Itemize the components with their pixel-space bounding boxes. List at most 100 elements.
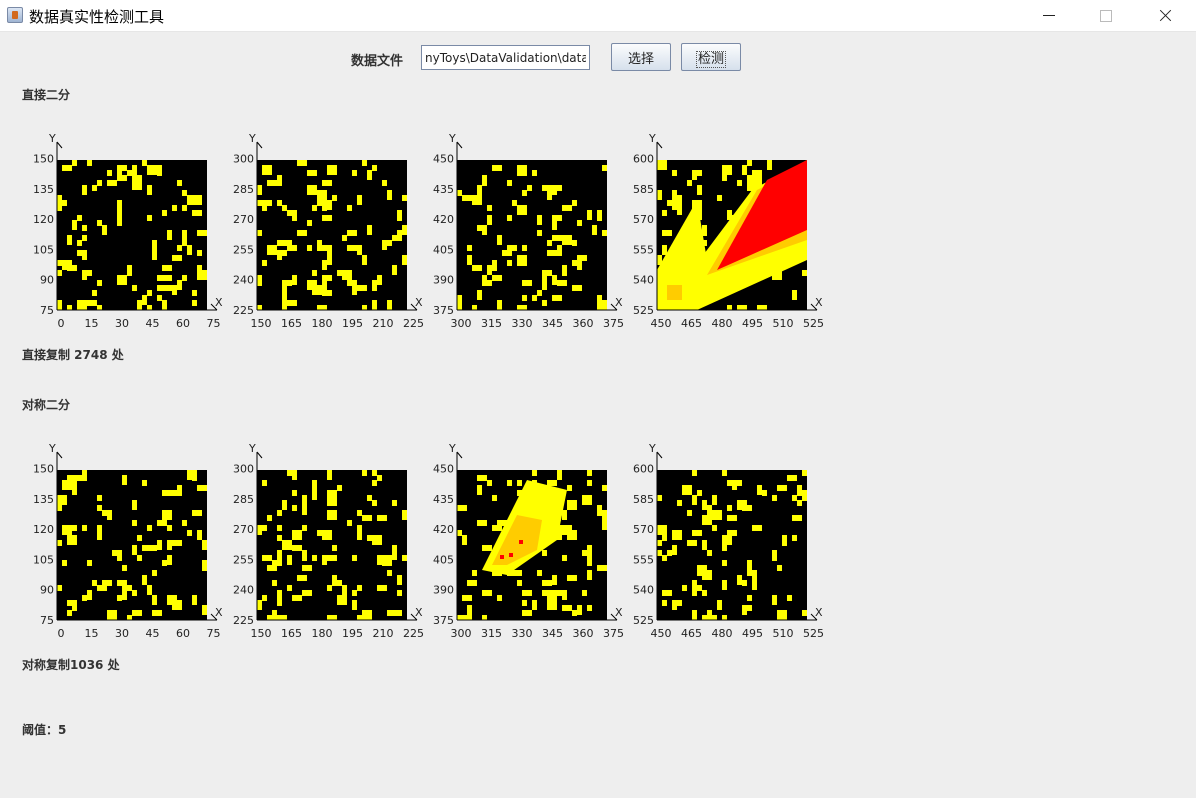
- heatmap-cell: [87, 160, 92, 166]
- maximize-icon[interactable]: [1077, 0, 1135, 32]
- heatmap-cell: [742, 165, 747, 175]
- heatmap-cell: [142, 480, 147, 486]
- heatmap-cell: [167, 595, 177, 605]
- heatmap-cell: [482, 280, 487, 286]
- heatmap-cell: [692, 590, 697, 596]
- heatmap-cell: [337, 270, 342, 276]
- heatmap-cell: [472, 580, 477, 586]
- x-tick-label: 480: [712, 627, 733, 640]
- heatmap-region: [662, 160, 807, 310]
- heatmap-cell: [517, 490, 522, 496]
- heatmap-cell: [277, 510, 282, 516]
- heatmap-cell: [597, 565, 607, 571]
- heatmap-cell: [562, 510, 567, 520]
- heatmap-cell: [662, 535, 667, 541]
- heatmap-cell: [342, 235, 347, 241]
- heatmap-cell: [802, 470, 807, 476]
- heatmap-cell: [562, 270, 567, 276]
- heatmap-cell: [157, 295, 162, 301]
- result-direct: 直接复制 2748 处: [22, 348, 124, 362]
- heatmap-cell: [557, 525, 567, 535]
- heatmap-cell: [172, 490, 182, 496]
- heatmap-cell: [277, 535, 282, 541]
- heatmap-cell: [742, 580, 747, 586]
- x-tick-label: 510: [773, 317, 794, 330]
- heatmap-cell: [82, 595, 87, 601]
- heatmap-cell: [762, 190, 767, 196]
- heatmap-cell: [302, 550, 307, 560]
- heatmap-cell: [327, 585, 332, 591]
- heatmap-cell: [542, 500, 547, 506]
- heatmap-background: [457, 470, 607, 620]
- x-axis-label: X: [615, 606, 623, 619]
- heatmap-cell: [532, 480, 537, 486]
- heatmap-cell: [82, 250, 87, 260]
- heatmap-cell: [662, 210, 667, 216]
- heatmap-cell: [382, 180, 387, 186]
- heatmap-cell: [767, 255, 772, 265]
- y-tick-label: 270: [233, 213, 254, 226]
- heatmap-cell: [692, 470, 697, 476]
- y-tick-label: 135: [33, 183, 54, 196]
- heatmap-cell: [707, 505, 712, 511]
- heatmap-cell: [547, 240, 552, 246]
- heatmap-cell: [102, 225, 107, 235]
- x-axis-label: X: [215, 296, 223, 309]
- y-axis-arrow: [656, 141, 663, 149]
- file-path-input[interactable]: [421, 45, 590, 70]
- heatmap-cell: [692, 610, 697, 616]
- heatmap-cell: [672, 545, 677, 555]
- heatmap-cell: [377, 275, 382, 285]
- heatmap-cell: [287, 300, 297, 306]
- heatmap-cell: [532, 520, 537, 526]
- y-tick-label: 600: [633, 153, 654, 166]
- y-tick-label: 90: [40, 274, 54, 287]
- x-tick-label: 345: [542, 627, 563, 640]
- heatmap-cell: [122, 585, 132, 591]
- heatmap-cell: [307, 170, 317, 176]
- heatmap-cell: [262, 555, 272, 561]
- heatmap-cell: [322, 180, 332, 186]
- heatmap-cell: [202, 540, 207, 550]
- heatmap-cell: [517, 305, 527, 310]
- heatmap-cell: [127, 270, 132, 276]
- choose-button[interactable]: 选择: [611, 43, 671, 71]
- section-title-direct: 直接二分: [22, 88, 71, 102]
- minimize-icon[interactable]: [1020, 0, 1078, 32]
- y-axis-arrow: [456, 141, 463, 149]
- heatmap-cell: [567, 485, 572, 491]
- heatmap-cell: [667, 285, 672, 291]
- heatmap-cell: [262, 525, 267, 531]
- heatmap-cell: [382, 240, 387, 250]
- detect-button[interactable]: 检测: [681, 43, 741, 71]
- heatmap-cell: [502, 250, 512, 256]
- heatmap-cell: [97, 585, 107, 591]
- heatmap-cell: [327, 245, 332, 255]
- heatmap-cell: [147, 585, 152, 595]
- heatmap-cell: [162, 510, 172, 520]
- heatmap-cell: [492, 495, 497, 501]
- heatmap-cell: [277, 550, 282, 560]
- heatmap-cell: [692, 530, 702, 536]
- result-symmetric: 对称复制1036 处: [22, 658, 120, 672]
- x-tick-label: 0: [58, 317, 65, 330]
- x-tick-label: 60: [176, 627, 190, 640]
- heatmap-cell: [257, 600, 262, 610]
- heatmap-cell: [312, 555, 317, 561]
- heatmap-cell: [522, 600, 527, 606]
- heatmap-cell: [757, 305, 767, 310]
- heatmap-cell: [717, 195, 722, 201]
- heatmap-cell: [267, 515, 272, 521]
- heatmap-cell: [692, 200, 702, 210]
- x-tick-label: 465: [681, 317, 702, 330]
- close-icon[interactable]: [1136, 0, 1194, 32]
- heatmap-cell: [152, 570, 157, 576]
- heatmap-cell: [757, 225, 767, 235]
- y-axis-label: Y: [648, 132, 656, 145]
- heatmap-cell: [97, 495, 102, 501]
- heatmap-cell: [792, 255, 797, 261]
- x-tick-label: 225: [403, 317, 424, 330]
- section-title-symmetric: 对称二分: [22, 398, 71, 412]
- heatmap-cell: [67, 535, 77, 545]
- heatmap-cell: [477, 225, 482, 231]
